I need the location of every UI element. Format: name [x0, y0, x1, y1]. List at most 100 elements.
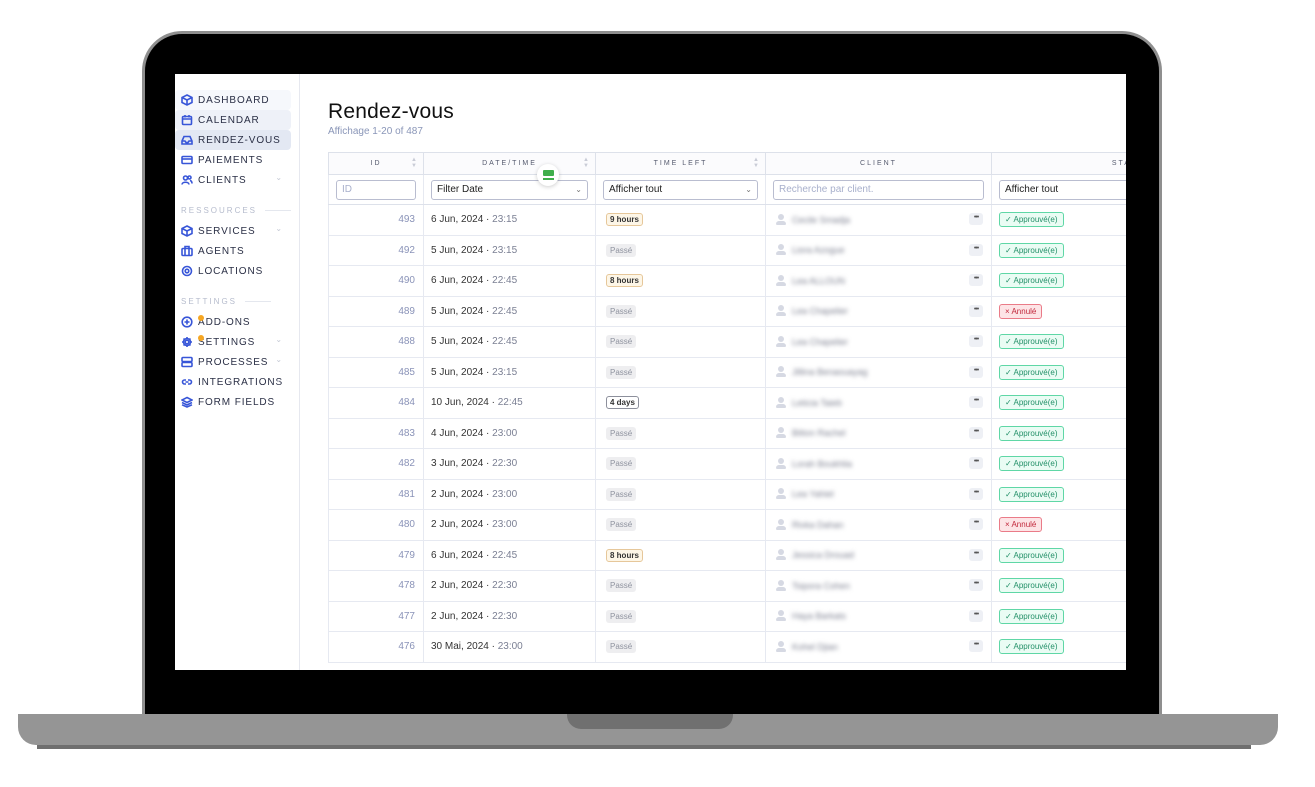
status-badge[interactable]: ✓ Approuvé(e) [999, 486, 1064, 502]
client-name[interactable]: Kohel Djian [792, 642, 838, 652]
time-text: 23:00 [492, 519, 518, 531]
status-badge[interactable]: ✓ Approuvé(e) [999, 273, 1064, 289]
more-options-button[interactable]: ••• [969, 487, 983, 500]
status-filter-select[interactable]: Afficher tout [999, 179, 1126, 200]
more-options-button[interactable]: ••• [969, 579, 983, 591]
status-badge[interactable]: ✓ Approuvé(e) [999, 364, 1064, 380]
column-header-time-left[interactable]: TIME LEFT ▲ ▼ [595, 152, 766, 175]
client-search-input[interactable] [773, 179, 984, 200]
more-options-button[interactable]: ••• [969, 396, 983, 408]
sidebar-item-calendar[interactable]: CALENDAR [175, 110, 291, 130]
column-header-id[interactable]: ID ▲ ▼ [328, 152, 424, 175]
chevron-down-icon[interactable]: ⌄ [275, 355, 283, 364]
client-name[interactable]: Lea ALLOUN [792, 276, 845, 286]
more-options-button[interactable]: ••• [969, 335, 983, 347]
table-row[interactable]: 483 4 Jun, 2024 · 23:00 Passé Bitton Rachel… [328, 418, 1126, 449]
more-options-button[interactable]: ••• [969, 365, 983, 378]
status-badge[interactable]: ✓ Approuvé(e) [999, 608, 1064, 624]
client-name[interactable]: Liora Azogue [792, 245, 845, 255]
status-badge[interactable]: × Annulé [999, 303, 1043, 319]
client-name[interactable]: Tsipora Cohen [792, 581, 850, 591]
more-options-button[interactable]: ••• [969, 457, 983, 469]
briefcase-icon [181, 245, 193, 257]
client-name[interactable]: Lea Yahiel [792, 489, 834, 499]
table-row[interactable]: 478 2 Jun, 2024 · 22:30 Passé Tsipora Cohen… [328, 570, 1126, 602]
status-badge[interactable]: × Annulé [999, 517, 1043, 533]
table-row[interactable]: 488 5 Jun, 2024 · 22:45 Passé Lea Chapelier… [328, 326, 1126, 358]
client-name[interactable]: Cecile Smadja [792, 215, 850, 225]
client-name[interactable]: Lea Chapelier [792, 337, 848, 347]
chevron-down-icon[interactable]: ⌄ [275, 335, 283, 344]
sidebar-item-services[interactable]: SERVICES ⌄ [175, 221, 291, 241]
table-row[interactable]: 480 2 Jun, 2024 · 23:00 Passé Rivka Dahan ••… [328, 509, 1126, 541]
id-filter-input[interactable] [336, 179, 416, 200]
sidebar-item-integrations[interactable]: INTEGRATIONS ⌄ [175, 372, 291, 392]
client-name[interactable]: Rivka Dahan [792, 520, 844, 530]
link-icon [181, 376, 193, 388]
more-options-button[interactable]: ••• [969, 609, 983, 622]
chevron-down-icon[interactable]: ⌄ [275, 224, 283, 233]
sort-icon[interactable]: ▲ ▼ [411, 157, 419, 169]
table-row[interactable]: 484 10 Jun, 2024 · 22:45 4 days Leticia Tai… [328, 387, 1126, 419]
cell-id: 482 [328, 448, 424, 480]
status-badge[interactable]: ✓ Approuvé(e) [999, 578, 1064, 594]
status-badge[interactable]: ✓ Approuvé(e) [999, 639, 1064, 655]
more-options-button[interactable]: ••• [969, 304, 983, 317]
client-name[interactable]: Haya Barkats [792, 611, 846, 621]
more-options-button[interactable]: ••• [969, 243, 983, 256]
sidebar-item-form-fields[interactable]: FORM FIELDS [175, 392, 291, 412]
sidebar-item-processes[interactable]: PROCESSES ⌄ [175, 352, 291, 372]
chevron-down-icon[interactable]: ⌄ [275, 375, 283, 384]
more-options-button[interactable]: ••• [969, 548, 983, 561]
table-row[interactable]: 492 5 Jun, 2024 · 23:15 Passé Liora Azogue •… [328, 235, 1126, 266]
sidebar-item-dashboard[interactable]: DASHBOARD [175, 90, 291, 110]
sidebar-item-locations[interactable]: LOCATIONS [175, 261, 291, 281]
client-name[interactable]: Jessica Drouad [792, 550, 854, 560]
cell-client: Liora Azogue ••• [765, 235, 992, 266]
cell-datetime: 2 Jun, 2024 · 22:30 [423, 570, 596, 602]
client-name[interactable]: Leticia Taieb [792, 398, 842, 408]
table-row[interactable]: 481 2 Jun, 2024 · 23:00 Passé Lea Yahiel •••… [328, 479, 1126, 510]
status-badge[interactable]: ✓ Approuvé(e) [999, 547, 1064, 563]
client-name[interactable]: Lorah Boukhlia [792, 459, 852, 469]
table-row[interactable]: 490 6 Jun, 2024 · 22:45 8 hours Lea ALLOUN •… [328, 265, 1126, 297]
table-row[interactable]: 482 3 Jun, 2024 · 22:30 Passé Lorah Boukhli… [328, 448, 1126, 480]
more-options-button[interactable]: ••• [969, 274, 983, 286]
client-name[interactable]: Bitton Rachel [792, 428, 846, 438]
status-badge[interactable]: ✓ Approuvé(e) [999, 242, 1064, 258]
more-options-button[interactable]: ••• [969, 426, 983, 439]
sidebar-item-paiements[interactable]: PAIEMENTS [175, 150, 291, 170]
column-header-datetime[interactable]: DATE/TIME ▲ ▼ [423, 152, 596, 175]
sort-icon[interactable]: ▲ ▼ [753, 157, 761, 169]
sidebar-item-settings[interactable]: SETTINGS ⌄ [175, 332, 291, 352]
sort-icon[interactable]: ▲ ▼ [583, 157, 591, 169]
chevron-down-icon[interactable]: ⌄ [275, 173, 283, 182]
table-row[interactable]: 477 2 Jun, 2024 · 22:30 Passé Haya Barkats •… [328, 601, 1126, 632]
table-row[interactable]: 489 5 Jun, 2024 · 22:45 Passé Lea Chapelier… [328, 296, 1126, 327]
status-badge[interactable]: ✓ Approuvé(e) [999, 334, 1064, 350]
cell-time-left: Passé [595, 357, 766, 388]
date-filter-select[interactable]: Filter Date ⌄ [431, 179, 588, 200]
filter-cell-id [328, 174, 424, 205]
sidebar-item-agents[interactable]: AGENTS [175, 241, 291, 261]
status-badge[interactable]: ✓ Approuvé(e) [999, 212, 1064, 228]
sidebar-item-add-ons[interactable]: ADD-ONS [175, 312, 291, 332]
time-left-filter-select[interactable]: Afficher tout ⌄ [603, 179, 758, 200]
floating-helper-button[interactable] [537, 164, 559, 186]
more-options-button[interactable]: ••• [969, 518, 983, 530]
client-name[interactable]: Lea Chapelier [792, 306, 848, 316]
client-name[interactable]: Jillina Benaouayag [792, 367, 868, 377]
table-row[interactable]: 476 30 Mai, 2024 · 23:00 Passé Kohel Djian •… [328, 631, 1126, 663]
table-row[interactable]: 479 6 Jun, 2024 · 22:45 8 hours Jessica Dro… [328, 540, 1126, 571]
table-row[interactable]: 485 5 Jun, 2024 · 23:15 Passé Jillina Benao… [328, 357, 1126, 388]
more-options-button[interactable]: ••• [969, 213, 983, 225]
sidebar-item-clients[interactable]: CLIENTS ⌄ [175, 170, 291, 190]
time-text: 22:45 [492, 275, 518, 287]
status-badge[interactable]: ✓ Approuvé(e) [999, 456, 1064, 472]
status-badge[interactable]: ✓ Approuvé(e) [999, 395, 1064, 411]
more-options-button[interactable]: ••• [969, 640, 983, 652]
table-row[interactable]: 493 6 Jun, 2024 · 23:15 9 hours Cecile Smad… [328, 204, 1126, 236]
status-badge[interactable]: ✓ Approuvé(e) [999, 425, 1064, 441]
date-text: 5 Jun, 2024 [431, 305, 484, 317]
sidebar-item-rendez-vous[interactable]: RENDEZ-VOUS [175, 130, 291, 150]
